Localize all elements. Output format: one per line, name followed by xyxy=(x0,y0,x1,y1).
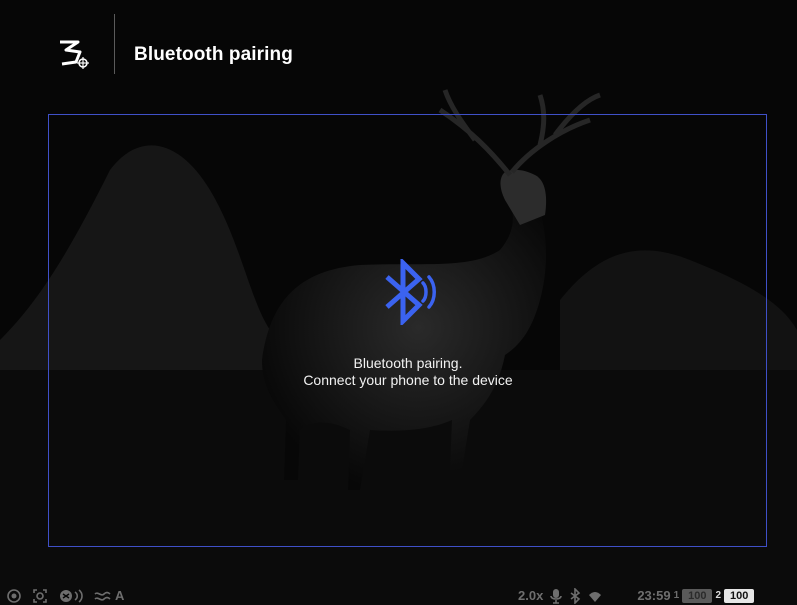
bluetooth-status-icon xyxy=(570,587,581,604)
page-title: Bluetooth pairing xyxy=(134,44,293,65)
wind-icon xyxy=(94,591,111,601)
device-screen: Bluetooth pairing Bluetooth pairing. Con… xyxy=(0,0,797,605)
battery-slot-2-label: 2 xyxy=(715,590,722,601)
logo-icon xyxy=(60,40,89,69)
battery-1-level: 100 xyxy=(682,588,713,603)
pairing-message: Bluetooth pairing. Connect your phone to… xyxy=(248,355,568,389)
status-right-group: 2.0x 23:59 1 100 2 100 xyxy=(518,586,755,605)
zoom-level: 2.0x xyxy=(518,588,544,603)
battery-2-level: 100 xyxy=(724,588,755,603)
status-bar: A 2.0x 23:59 1 100 2 100 xyxy=(0,586,797,605)
status-left-group: A xyxy=(6,586,124,605)
stream-icon xyxy=(60,588,83,603)
mode-letter: A xyxy=(115,588,125,603)
header-divider xyxy=(114,14,115,74)
clock-time: 23:59 xyxy=(637,588,671,603)
battery-slot-1-label: 1 xyxy=(673,590,680,601)
pairing-message-line1: Bluetooth pairing. xyxy=(353,355,463,371)
record-icon xyxy=(7,588,21,603)
microphone-icon xyxy=(550,588,563,604)
header-bar: Bluetooth pairing xyxy=(0,0,797,100)
pairing-message-line2: Connect your phone to the device xyxy=(303,372,513,388)
photo-icon xyxy=(33,588,47,603)
pairing-frame xyxy=(48,114,767,547)
bluetooth-broadcast-icon xyxy=(385,259,436,325)
wifi-icon xyxy=(589,591,602,602)
